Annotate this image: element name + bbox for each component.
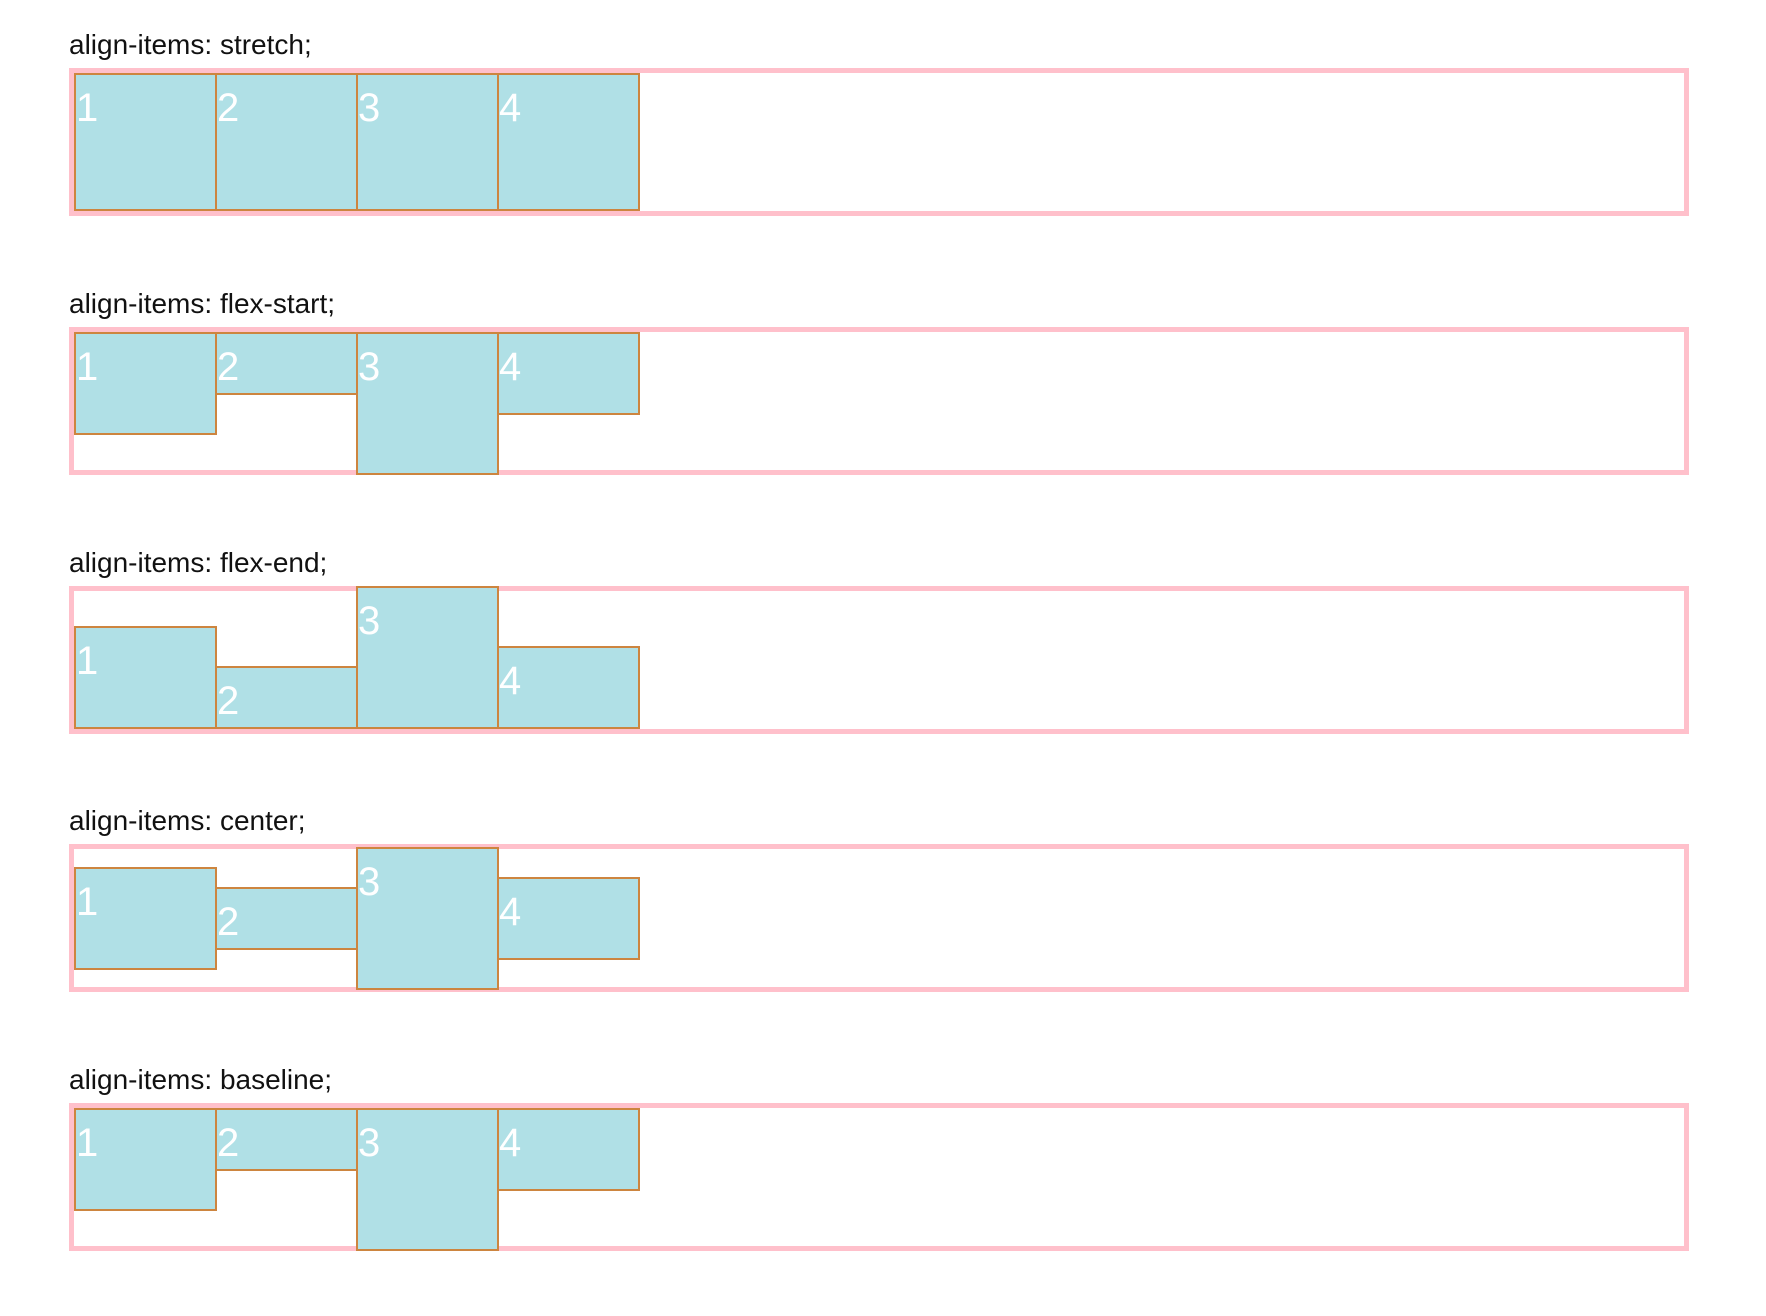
flex-item: 1 [74, 73, 217, 211]
demo-label: align-items: baseline; [69, 1064, 333, 1095]
flex-item: 2 [215, 332, 358, 395]
flex-item: 4 [497, 876, 640, 960]
demo-label: align-items: stretch; [69, 29, 312, 60]
flex-item: 4 [497, 646, 640, 729]
flex-container: 1 2 3 4 [69, 844, 1689, 992]
flex-item: 4 [497, 1108, 640, 1191]
flex-container: 1 2 3 4 [69, 1103, 1689, 1251]
demo-label: align-items: center; [69, 805, 306, 836]
demo-label: align-items: flex-end; [69, 547, 328, 578]
flex-item: 3 [356, 1108, 499, 1251]
flex-item: 1 [74, 866, 217, 970]
flex-item: 3 [356, 332, 499, 475]
flex-item: 3 [356, 73, 499, 211]
flex-container: 1 2 3 4 [69, 586, 1689, 734]
flex-item: 2 [215, 73, 358, 211]
flex-container: 1 2 3 4 [69, 68, 1689, 216]
flex-item: 1 [74, 332, 217, 435]
flex-container: 1 2 3 4 [69, 327, 1689, 475]
flex-item: 1 [74, 626, 217, 729]
flex-item: 4 [497, 332, 640, 415]
flex-item: 3 [356, 586, 499, 729]
flex-item: 2 [215, 886, 358, 950]
demo-label: align-items: flex-start; [69, 288, 336, 319]
flex-item: 3 [356, 846, 499, 990]
flex-item: 1 [74, 1108, 217, 1211]
flex-item: 4 [497, 73, 640, 211]
flex-item: 2 [215, 1108, 358, 1171]
flex-item: 2 [215, 666, 358, 729]
